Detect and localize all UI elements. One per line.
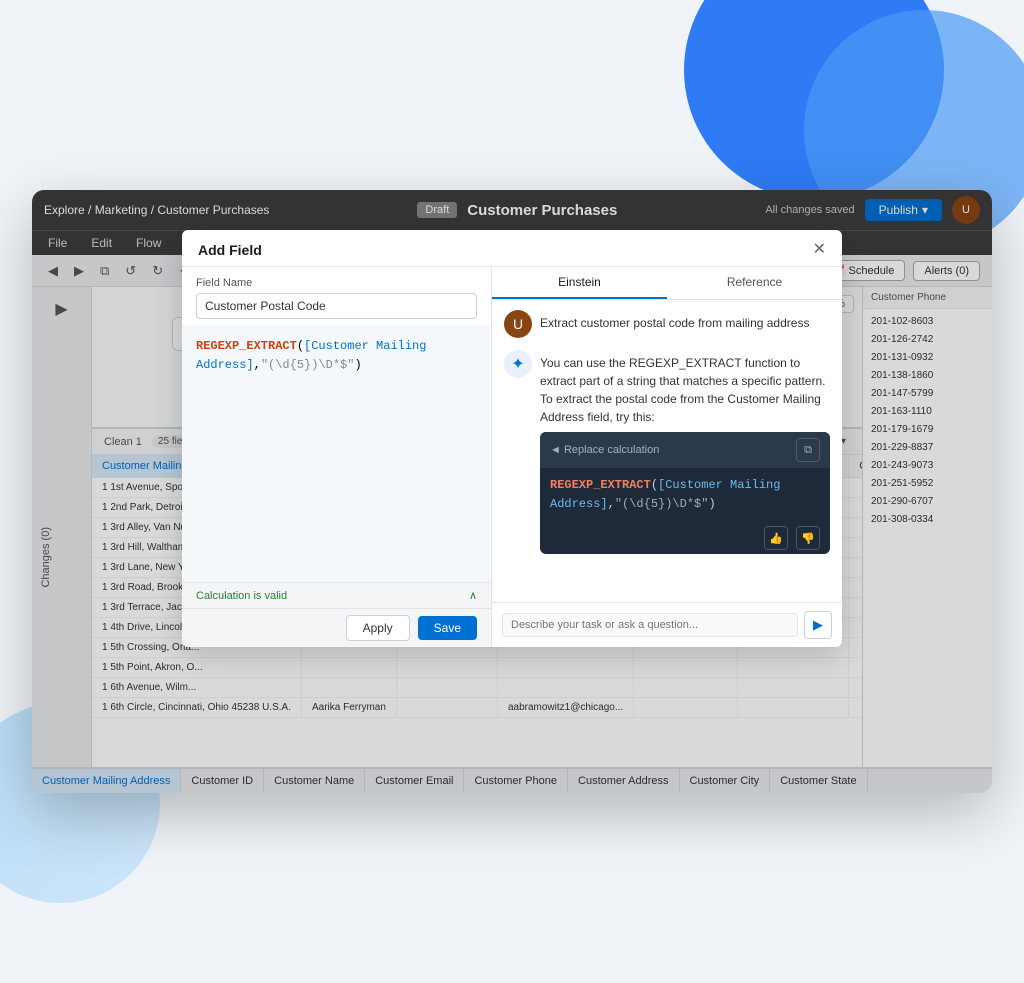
einstein-content: U Extract customer postal code from mail…	[492, 300, 842, 602]
einstein-input-row: ▶	[492, 602, 842, 647]
formula-comma: ,	[254, 358, 261, 372]
calc-paren: (	[651, 478, 658, 492]
formula-close-paren: )	[354, 358, 361, 372]
modal-header: Add Field ✕	[182, 230, 842, 267]
send-icon: ▶	[813, 617, 823, 633]
formula-status-text: Calculation is valid	[196, 590, 287, 602]
einstein-input[interactable]	[502, 613, 798, 637]
modal-overlay: Add Field ✕ Field Name REGEXP_EXTRACT([C…	[32, 190, 992, 793]
formula-panel: Field Name REGEXP_EXTRACT([Customer Mail…	[182, 267, 492, 647]
modal-title: Add Field	[198, 242, 262, 258]
user-avatar-small: U	[504, 310, 532, 338]
message-container-2: You can use the REGEXP_EXTRACT function …	[540, 350, 830, 554]
message-text-2: You can use the REGEXP_EXTRACT function …	[540, 350, 830, 426]
message-text-1: Extract customer postal code from mailin…	[540, 310, 809, 332]
formula-status: Calculation is valid ∧	[182, 582, 491, 608]
modal-body: Field Name REGEXP_EXTRACT([Customer Mail…	[182, 267, 842, 647]
copy-calc-button[interactable]: ⧉	[796, 438, 820, 462]
replace-calc-label: ◄ Replace calculation	[550, 444, 659, 456]
replace-calculation-box: ◄ Replace calculation ⧉ REGEXP_EXTRACT([…	[540, 432, 830, 554]
apply-button[interactable]: Apply	[346, 615, 410, 641]
field-name-input[interactable]	[196, 293, 477, 319]
formula-editor[interactable]: REGEXP_EXTRACT([Customer MailingAddress]…	[182, 325, 491, 582]
modal-actions: Apply Save	[182, 608, 491, 647]
field-name-section: Field Name	[182, 267, 491, 325]
formula-status-icon: ∧	[469, 589, 477, 602]
formula-string: "(\d{5})\D*$"	[261, 358, 355, 372]
calc-keyword: REGEXP_EXTRACT	[550, 478, 651, 492]
thumbs-down-button[interactable]: 👎	[796, 526, 820, 550]
thumbs-up-button[interactable]: 👍	[764, 526, 788, 550]
add-field-modal: Add Field ✕ Field Name REGEXP_EXTRACT([C…	[182, 230, 842, 647]
formula-paren: (	[297, 339, 304, 353]
einstein-message-1: U Extract customer postal code from mail…	[504, 310, 830, 338]
modal-close-button[interactable]: ✕	[813, 242, 826, 258]
tab-einstein[interactable]: Einstein	[492, 267, 667, 299]
replace-calc-header: ◄ Replace calculation ⧉	[540, 432, 830, 468]
replace-calc-footer: 👍 👎	[540, 522, 830, 554]
replace-calc-body: REGEXP_EXTRACT([Customer MailingAddress]…	[540, 468, 830, 522]
calc-close: )	[708, 497, 715, 511]
calc-string: "(\d{5})\D*$"	[615, 497, 709, 511]
formula-keyword: REGEXP_EXTRACT	[196, 339, 297, 353]
app-window: Explore / Marketing / Customer Purchases…	[32, 190, 992, 793]
tab-reference[interactable]: Reference	[667, 267, 842, 299]
einstein-tabs: Einstein Reference	[492, 267, 842, 300]
calc-comma: ,	[608, 497, 615, 511]
einstein-send-button[interactable]: ▶	[804, 611, 832, 639]
ai-avatar: ✦	[504, 350, 532, 378]
save-button[interactable]: Save	[418, 616, 477, 640]
einstein-message-2: ✦ You can use the REGEXP_EXTRACT functio…	[504, 350, 830, 554]
einstein-panel: Einstein Reference U Extract customer po…	[492, 267, 842, 647]
field-name-label: Field Name	[196, 277, 477, 289]
